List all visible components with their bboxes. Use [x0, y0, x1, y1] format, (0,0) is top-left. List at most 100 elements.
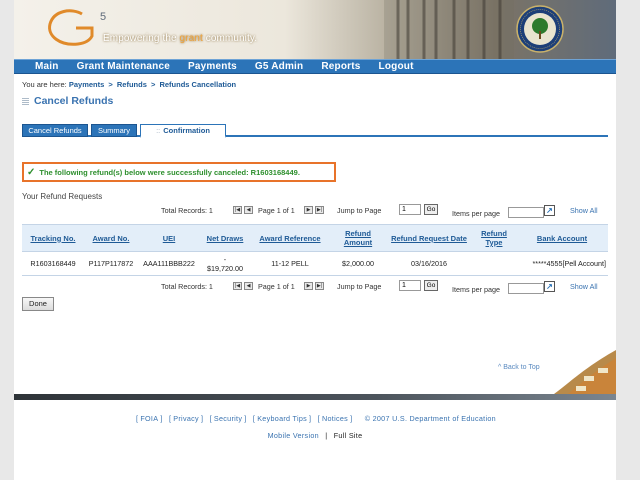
next-page-icon[interactable]: ▶ — [304, 206, 313, 214]
cell-bank-account: *****4555[Pell Account] — [516, 251, 608, 276]
cell-net-draws: - $19,720.00 — [200, 251, 250, 276]
jump-to-page-label: Jump to Page — [337, 282, 382, 291]
nav-payments[interactable]: Payments — [179, 61, 246, 72]
prev-page-icon[interactable]: ◀ — [244, 282, 253, 290]
tab-label: Summary — [97, 126, 131, 135]
bracket: ] — [309, 414, 312, 423]
nav-main[interactable]: Main — [26, 61, 68, 72]
copyright: © 2007 U.S. Department of Education — [364, 414, 496, 423]
site-header: 5 Empowering the grant community. — [14, 0, 616, 59]
cell-tracking-no: R1603168449 — [22, 251, 84, 276]
tab-cancel-refunds[interactable]: Cancel Refunds — [22, 124, 88, 137]
logo-tagline: Empowering the grant community. — [103, 33, 257, 44]
divider: | — [325, 431, 328, 440]
mobile-version-link[interactable]: Mobile Version — [268, 431, 319, 440]
nav-g5-admin[interactable]: G5 Admin — [246, 61, 312, 72]
items-per-page-input[interactable] — [508, 283, 544, 294]
pager-bottom: Total Records: 1 |◀ ◀ Page 1 of 1 ▶ ▶| J… — [22, 279, 608, 295]
col-refund-request-date[interactable]: Refund Request Date — [386, 224, 472, 252]
nav-grant-maintenance[interactable]: Grant Maintenance — [68, 61, 179, 72]
bracket: ] — [350, 414, 353, 423]
logo-superscript: 5 — [100, 11, 106, 23]
next-page-icon[interactable]: ▶ — [304, 282, 313, 290]
breadcrumb: You are here: Payments > Refunds > Refun… — [22, 80, 236, 89]
first-page-icon[interactable]: |◀ — [233, 282, 242, 290]
bracket: [ — [136, 414, 139, 423]
last-page-icon[interactable]: ▶| — [315, 282, 324, 290]
breadcrumb-separator: > — [150, 80, 156, 89]
pager-top: Total Records: 1 |◀ ◀ Page 1 of 1 ▶ ▶| J… — [22, 203, 608, 219]
bracket: ] — [244, 414, 247, 423]
breadcrumb-refunds[interactable]: Refunds — [117, 80, 147, 89]
grip-icon: :: — [156, 126, 161, 135]
table-header-row: Tracking No. Award No. UEI Net Draws Awa… — [22, 224, 608, 252]
tab-summary[interactable]: Summary — [91, 124, 137, 137]
cell-refund-amount: $2,000.00 — [330, 251, 386, 276]
back-to-top-link[interactable]: ^ Back to Top — [498, 364, 540, 371]
nav-logout[interactable]: Logout — [370, 61, 423, 72]
bracket: [ — [252, 414, 256, 423]
breadcrumb-separator: > — [108, 80, 113, 89]
col-refund-type[interactable]: Refund Type — [472, 224, 516, 252]
page-frame: 5 Empowering the grant community. Main G… — [14, 0, 616, 480]
apply-arrow-icon[interactable]: ↗ — [544, 281, 555, 292]
page-info: Page 1 of 1 — [258, 282, 295, 291]
footer-link-keyboard-tips[interactable]: Keyboard Tips — [257, 414, 307, 423]
go-button[interactable]: Go — [424, 204, 438, 215]
col-uei[interactable]: UEI — [138, 224, 200, 252]
items-per-page-label: Items per page — [452, 285, 500, 294]
full-site-label: Full Site — [333, 431, 363, 440]
done-button[interactable]: Done — [22, 297, 54, 311]
footer-site-mode: Mobile Version | Full Site — [14, 431, 616, 440]
jump-page-input[interactable] — [399, 280, 421, 291]
go-button[interactable]: Go — [424, 280, 438, 291]
page-info: Page 1 of 1 — [258, 206, 295, 215]
breadcrumb-refunds-cancellation: Refunds Cancellation — [159, 80, 237, 89]
page-title-text: Cancel Refunds — [34, 95, 114, 107]
col-award-reference[interactable]: Award Reference — [250, 224, 330, 252]
page-title: Cancel Refunds — [22, 95, 113, 107]
g5-logo[interactable]: 5 — [42, 6, 112, 50]
footer-link-privacy[interactable]: Privacy — [173, 414, 199, 423]
classroom-decor-image — [554, 350, 616, 394]
tagline-text-end: community. — [202, 33, 258, 44]
footer-link-notices[interactable]: Notices — [322, 414, 348, 423]
col-tracking-no[interactable]: Tracking No. — [22, 224, 84, 252]
grip-icon — [22, 97, 29, 105]
prev-page-icon[interactable]: ◀ — [244, 206, 253, 214]
success-message: ✓ The following refund(s) below were suc… — [22, 162, 336, 182]
col-bank-account[interactable]: Bank Account — [516, 224, 608, 252]
show-all-link[interactable]: Show All — [570, 282, 598, 291]
nav-reports[interactable]: Reports — [312, 61, 369, 72]
checkmark-icon: ✓ — [27, 166, 36, 178]
col-net-draws[interactable]: Net Draws — [200, 224, 250, 252]
library-shelves-image — [384, 0, 514, 59]
footer-link-security[interactable]: Security — [214, 414, 242, 423]
net-draws-line1: - — [223, 254, 227, 264]
items-per-page-input[interactable] — [508, 207, 544, 218]
col-award-no[interactable]: Award No. — [84, 224, 138, 252]
col-refund-amount[interactable]: Refund Amount — [330, 224, 386, 252]
first-page-icon[interactable]: |◀ — [233, 206, 242, 214]
tagline-text: Empowering the — [103, 33, 180, 44]
breadcrumb-payments[interactable]: Payments — [69, 80, 104, 89]
bracket: [ — [209, 414, 212, 423]
show-all-link[interactable]: Show All — [570, 206, 598, 215]
jump-page-input[interactable] — [399, 204, 421, 215]
jump-to-page-label: Jump to Page — [337, 206, 382, 215]
cell-refund-type — [472, 251, 516, 276]
footer-link-foia[interactable]: FOIA — [140, 414, 158, 423]
refund-requests-table: Tracking No. Award No. UEI Net Draws Awa… — [22, 224, 608, 276]
table-row: R1603168449 P117P117872 AAA111BBB222 - $1… — [22, 251, 608, 276]
tab-confirmation[interactable]: :: Confirmation — [140, 124, 226, 138]
bracket: ] — [200, 414, 204, 423]
breadcrumb-prefix: You are here: — [22, 80, 67, 89]
items-per-page-label: Items per page — [452, 209, 500, 218]
apply-arrow-icon[interactable]: ↗ — [544, 205, 555, 216]
cell-award-no: P117P117872 — [84, 251, 138, 276]
main-nav: Main Grant Maintenance Payments G5 Admin… — [14, 59, 616, 74]
cell-uei: AAA111BBB222 — [138, 251, 200, 276]
cell-refund-request-date: 03/16/2016 — [386, 251, 472, 276]
last-page-icon[interactable]: ▶| — [315, 206, 324, 214]
total-records: Total Records: 1 — [161, 282, 213, 291]
